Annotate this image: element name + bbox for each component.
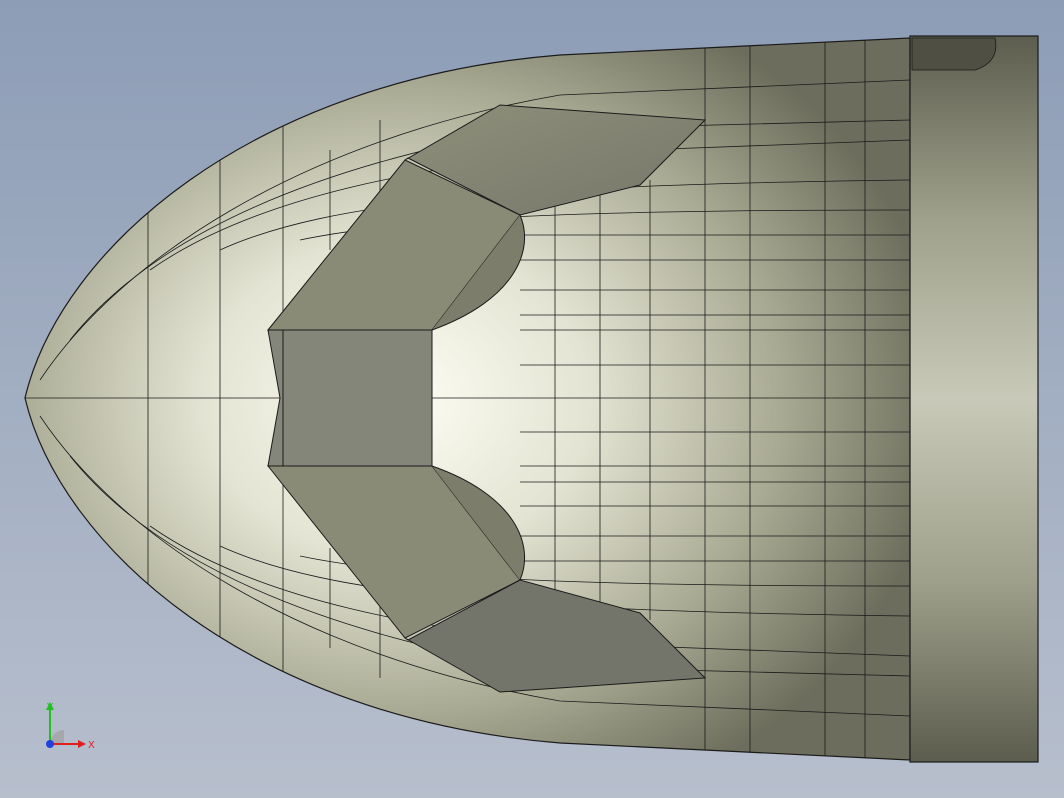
tail-top-notch <box>911 37 997 71</box>
3d-model-view[interactable] <box>0 0 1064 798</box>
tail-section[interactable] <box>909 35 1039 763</box>
x-axis-label: X <box>88 740 95 751</box>
coordinate-triad: Y X <box>46 702 95 751</box>
x-axis-head <box>78 740 86 748</box>
graphics-viewport[interactable]: Y X <box>0 0 1064 798</box>
y-axis-label: Y <box>46 702 54 713</box>
central-inlet-block[interactable] <box>267 329 433 467</box>
z-axis-dot <box>46 740 54 748</box>
